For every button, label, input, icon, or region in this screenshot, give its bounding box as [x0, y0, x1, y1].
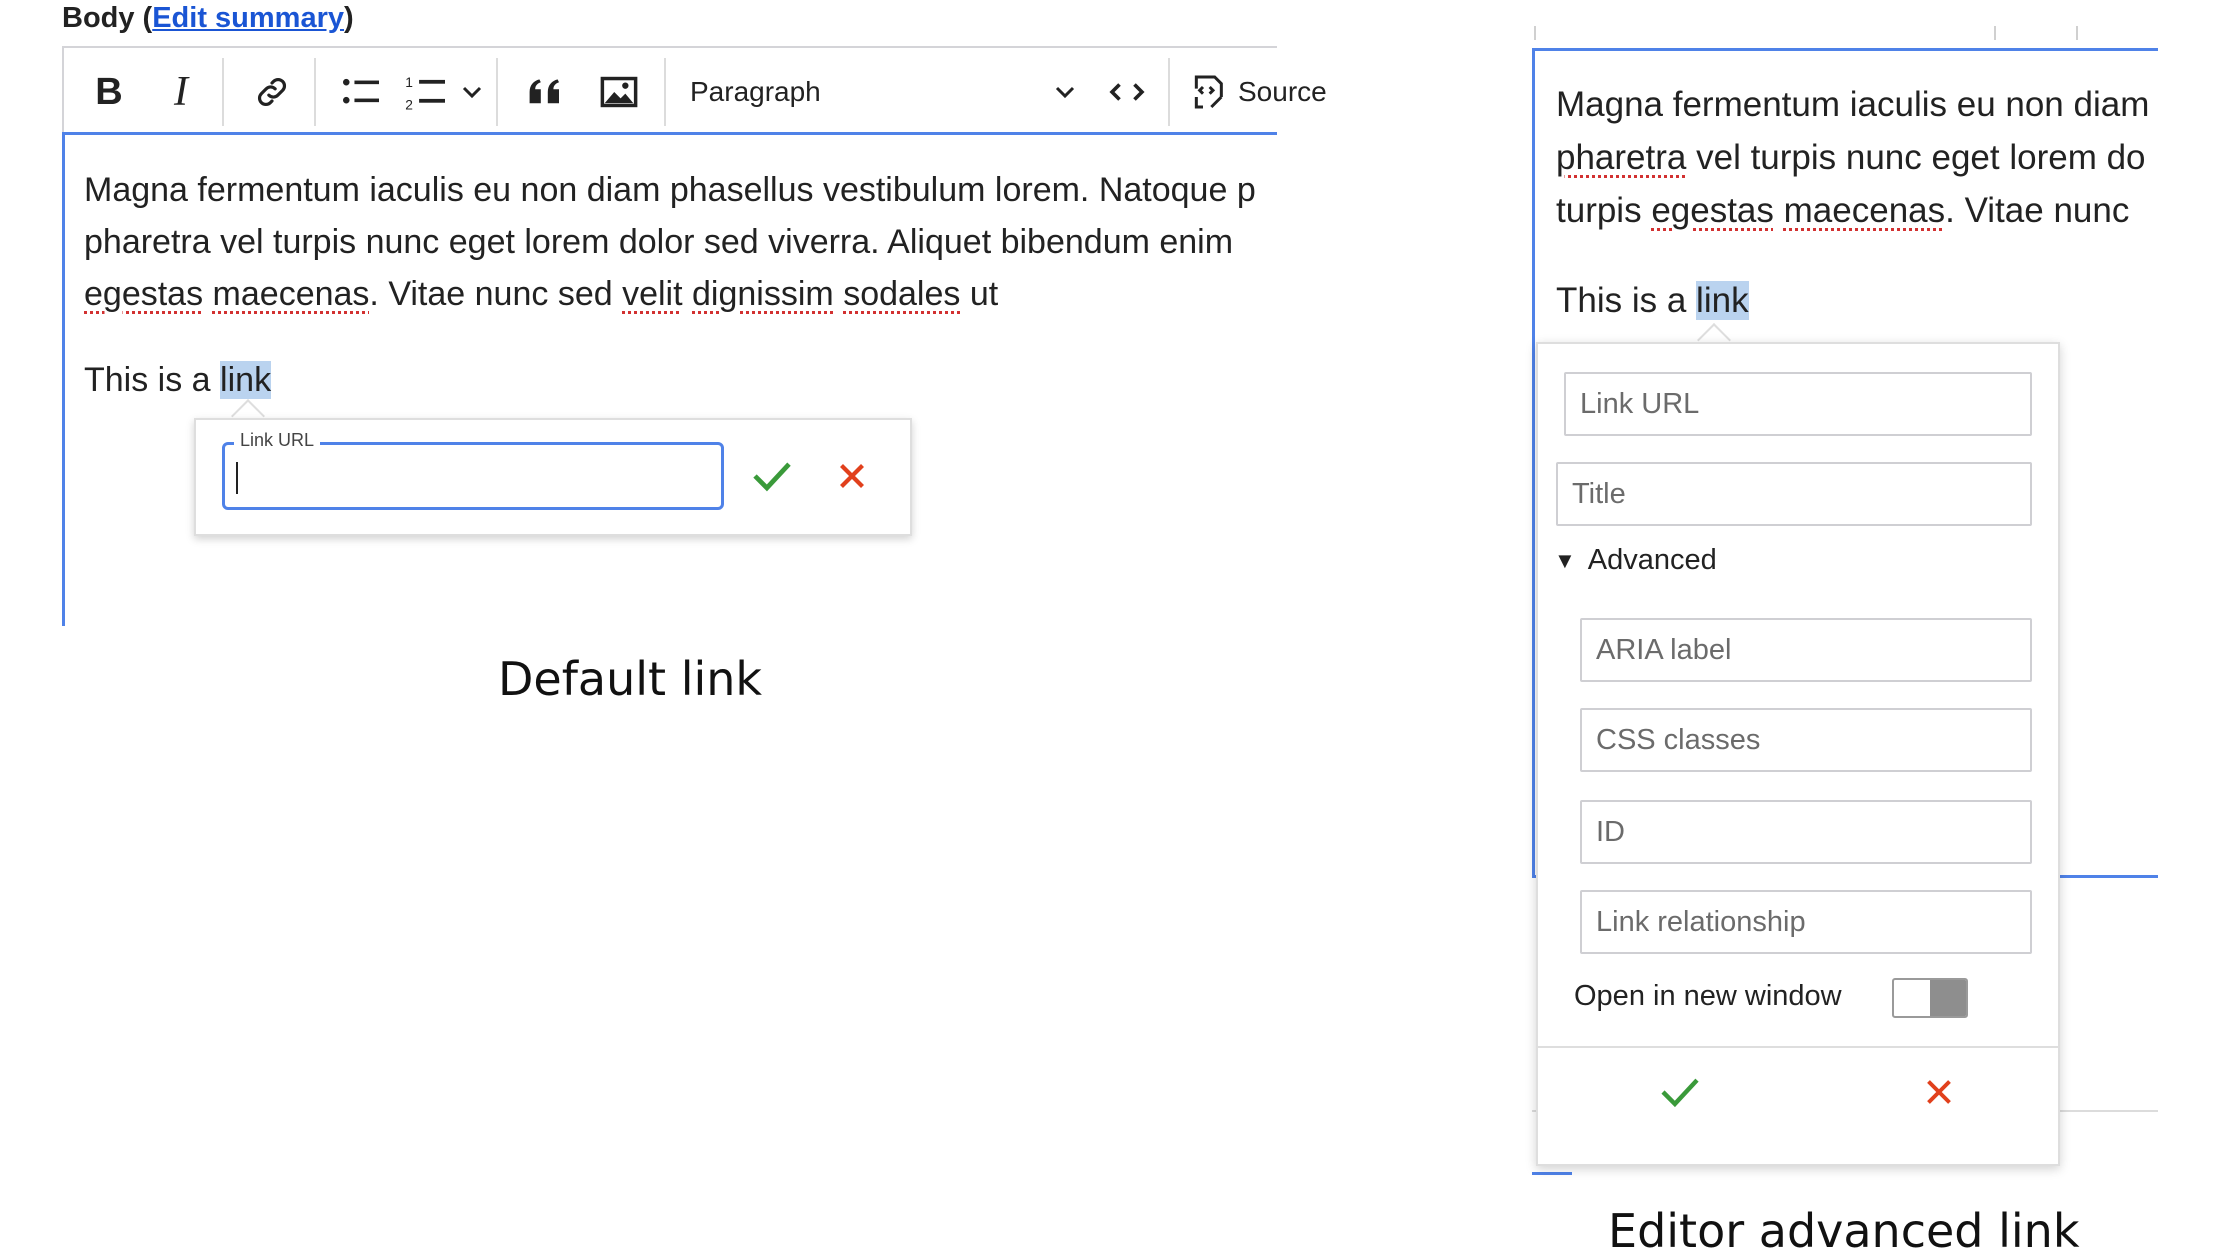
source-icon [1194, 75, 1223, 109]
toolbar-separator [314, 58, 316, 126]
misspelled-word: egestas [1651, 191, 1774, 230]
title-placeholder: Title [1572, 478, 1626, 510]
aria-label-placeholder: ARIA label [1596, 634, 1732, 666]
body-label-text: Body [62, 2, 135, 34]
heading-select[interactable]: Paragraph [674, 48, 1094, 136]
editor-border-fragment [1532, 1172, 1572, 1175]
link-url-label: Link URL [234, 430, 321, 451]
numbered-list-dropdown[interactable] [452, 48, 492, 136]
link-url-input[interactable] [222, 442, 724, 510]
close-icon [840, 464, 864, 488]
save-link-button[interactable] [744, 448, 800, 504]
checkmark-icon [1661, 1078, 1699, 1108]
editor-paragraph-line: pharetra vel turpis nunc eget lorem do [1556, 138, 2146, 177]
bulleted-list-button[interactable] [326, 48, 396, 136]
cancel-link-button[interactable] [826, 450, 878, 502]
bulleted-list-icon [343, 78, 379, 104]
chevron-down-icon [462, 86, 482, 99]
link-relationship-placeholder: Link relationship [1596, 906, 1806, 938]
editor-content-area[interactable] [62, 132, 1277, 626]
editor-paragraph: This is a link [1556, 281, 1749, 320]
divider-tick [1994, 26, 1996, 40]
toolbar-separator [222, 58, 224, 126]
cancel-link-button[interactable] [1906, 1064, 1972, 1120]
italic-button[interactable]: I [146, 48, 216, 136]
css-classes-input[interactable]: CSS classes [1580, 708, 2032, 772]
body-field-label: Body (Edit summary) [62, 2, 354, 34]
blockquote-icon [529, 79, 559, 104]
close-icon [1927, 1080, 1951, 1104]
divider-tick [2076, 26, 2078, 40]
toolbar-separator [664, 58, 666, 126]
heading-select-value: Paragraph [690, 76, 821, 107]
text-caret [236, 462, 238, 494]
italic-icon: I [174, 69, 188, 115]
code-icon [1109, 83, 1145, 101]
image-button[interactable] [582, 48, 656, 136]
link-icon [258, 78, 286, 106]
aria-label-input[interactable]: ARIA label [1580, 618, 2032, 682]
open-new-window-label: Open in new window [1574, 980, 1842, 1012]
edit-summary-link[interactable]: Edit summary [152, 2, 344, 34]
numbered-list-icon: 12 [405, 74, 445, 111]
link-url-placeholder: Link URL [1580, 388, 1700, 420]
toolbar-separator [1168, 58, 1170, 126]
editor-paragraph-line: turpis egestas maecenas. Vitae nunc [1556, 191, 2130, 230]
editor-text-clip: Magna fermentum iaculis eu non diam phar… [1532, 80, 2158, 340]
misspelled-word: maecenas [1783, 191, 1946, 230]
bold-button[interactable]: B [74, 48, 144, 136]
link-button[interactable] [236, 48, 308, 136]
save-link-button[interactable] [1640, 1062, 1720, 1122]
link-url-input[interactable]: Link URL [1564, 372, 2032, 436]
source-label: Source [1238, 76, 1327, 107]
blockquote-button[interactable] [508, 48, 582, 136]
bold-icon: B [95, 70, 123, 113]
triangle-down-icon: ▼ [1554, 547, 1576, 573]
selected-link-text[interactable]: link [1696, 281, 1749, 320]
svg-text:1: 1 [405, 74, 413, 90]
svg-text:2: 2 [405, 96, 413, 111]
chevron-down-icon [1055, 86, 1075, 99]
title-input[interactable]: Title [1556, 462, 2032, 526]
id-input[interactable]: ID [1580, 800, 2032, 864]
editor-toolbar: B I 12 Paragraph Source [62, 46, 1327, 136]
toggle-knob [1930, 980, 1966, 1016]
numbered-list-button[interactable]: 12 [396, 48, 456, 136]
advanced-label: Advanced [1587, 544, 1717, 576]
open-new-window-toggle[interactable] [1892, 978, 1968, 1018]
code-button[interactable] [1092, 48, 1162, 136]
css-classes-placeholder: CSS classes [1596, 724, 1761, 756]
advanced-toggle[interactable]: ▼ Advanced [1554, 544, 1717, 577]
id-placeholder: ID [1596, 816, 1625, 848]
editor-paragraph-line: Magna fermentum iaculis eu non diam [1556, 85, 2150, 124]
popup-divider [1536, 1046, 2060, 1048]
divider-tick [1534, 26, 1536, 40]
image-icon [600, 76, 638, 108]
misspelled-word: pharetra [1556, 138, 1687, 177]
link-relationship-input[interactable]: Link relationship [1580, 890, 2032, 954]
caption-editor-advanced-link: Editor advanced link [1608, 1204, 2080, 1258]
caption-default-link: Default link [498, 652, 763, 706]
toolbar-separator [496, 58, 498, 126]
source-button[interactable]: Source [1178, 48, 1328, 136]
checkmark-icon [753, 462, 791, 492]
